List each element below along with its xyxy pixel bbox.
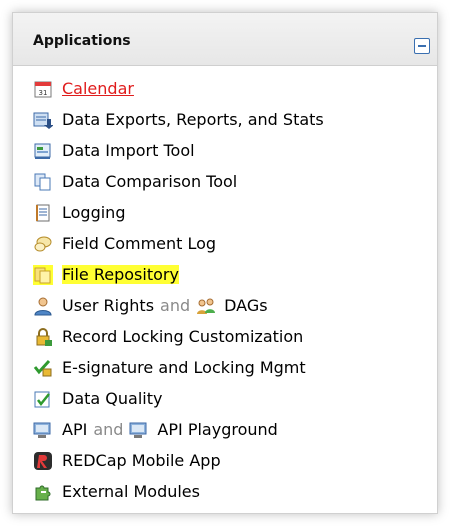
api-icon xyxy=(33,420,53,440)
menu-item-label-secondary[interactable]: DAGs xyxy=(224,296,267,315)
conjunction-text: and xyxy=(160,296,191,315)
menu-item-label[interactable]: File Repository xyxy=(62,265,179,284)
menu-item-label[interactable]: Data Comparison Tool xyxy=(62,172,237,191)
menu-item-label[interactable]: API xyxy=(62,420,87,439)
menu-item-label[interactable]: Calendar xyxy=(62,79,134,98)
menu-item-label[interactable]: Logging xyxy=(62,203,125,222)
menu-item-data-import[interactable]: Data Import Tool xyxy=(33,135,324,166)
applications-list: 31 Calendar Data Exports, Reports, and S… xyxy=(33,73,324,507)
menu-item-field-comment-log[interactable]: Field Comment Log xyxy=(33,228,324,259)
comment-icon xyxy=(33,234,53,254)
puzzle-icon xyxy=(33,482,53,502)
menu-item-data-comparison[interactable]: Data Comparison Tool xyxy=(33,166,324,197)
menu-item-user-rights[interactable]: User Rights and DAGs xyxy=(33,290,324,321)
minus-square-icon[interactable] xyxy=(414,38,430,54)
svg-text:31: 31 xyxy=(39,89,48,97)
menu-item-label[interactable]: E-signature and Locking Mgmt xyxy=(62,358,306,377)
menu-item-file-repository[interactable]: File Repository xyxy=(33,259,324,290)
menu-item-e-signature[interactable]: E-signature and Locking Mgmt xyxy=(33,352,324,383)
import-icon xyxy=(33,141,53,161)
menu-item-data-exports[interactable]: Data Exports, Reports, and Stats xyxy=(33,104,324,135)
menu-item-label[interactable]: Data Import Tool xyxy=(62,141,195,160)
menu-item-data-quality[interactable]: Data Quality xyxy=(33,383,324,414)
menu-item-label-secondary[interactable]: API Playground xyxy=(157,420,277,439)
menu-item-label[interactable]: Field Comment Log xyxy=(62,234,216,253)
menu-item-label[interactable]: User Rights xyxy=(62,296,154,315)
menu-item-label[interactable]: Data Exports, Reports, and Stats xyxy=(62,110,324,129)
menu-item-label[interactable]: Record Locking Customization xyxy=(62,327,303,346)
menu-item-label[interactable]: External Modules xyxy=(62,482,200,501)
menu-item-external-modules[interactable]: External Modules xyxy=(33,476,324,507)
menu-item-label[interactable]: Data Quality xyxy=(62,389,162,408)
signature-icon xyxy=(33,358,53,378)
menu-item-label[interactable]: REDCap Mobile App xyxy=(62,451,221,470)
log-icon xyxy=(33,203,53,223)
menu-item-logging[interactable]: Logging xyxy=(33,197,324,228)
export-icon xyxy=(33,110,53,130)
lock-icon xyxy=(33,327,53,347)
applications-panel: Applications 31 Calendar Data Exports, R… xyxy=(12,12,438,514)
panel-title: Applications xyxy=(33,33,131,49)
user-icon xyxy=(33,296,53,316)
conjunction-text: and xyxy=(93,420,124,439)
panel-header: Applications xyxy=(13,13,437,66)
redcap-icon xyxy=(33,451,53,471)
group-icon xyxy=(196,296,216,316)
folder-icon xyxy=(33,264,53,285)
menu-item-record-locking[interactable]: Record Locking Customization xyxy=(33,321,324,352)
menu-item-redcap-mobile[interactable]: REDCap Mobile App xyxy=(33,445,324,476)
api-icon xyxy=(129,420,149,440)
menu-item-calendar[interactable]: 31 Calendar xyxy=(33,73,324,104)
menu-item-api[interactable]: API and API Playground xyxy=(33,414,324,445)
quality-icon xyxy=(33,389,53,409)
calendar-icon: 31 xyxy=(33,79,53,99)
compare-icon xyxy=(33,172,53,192)
